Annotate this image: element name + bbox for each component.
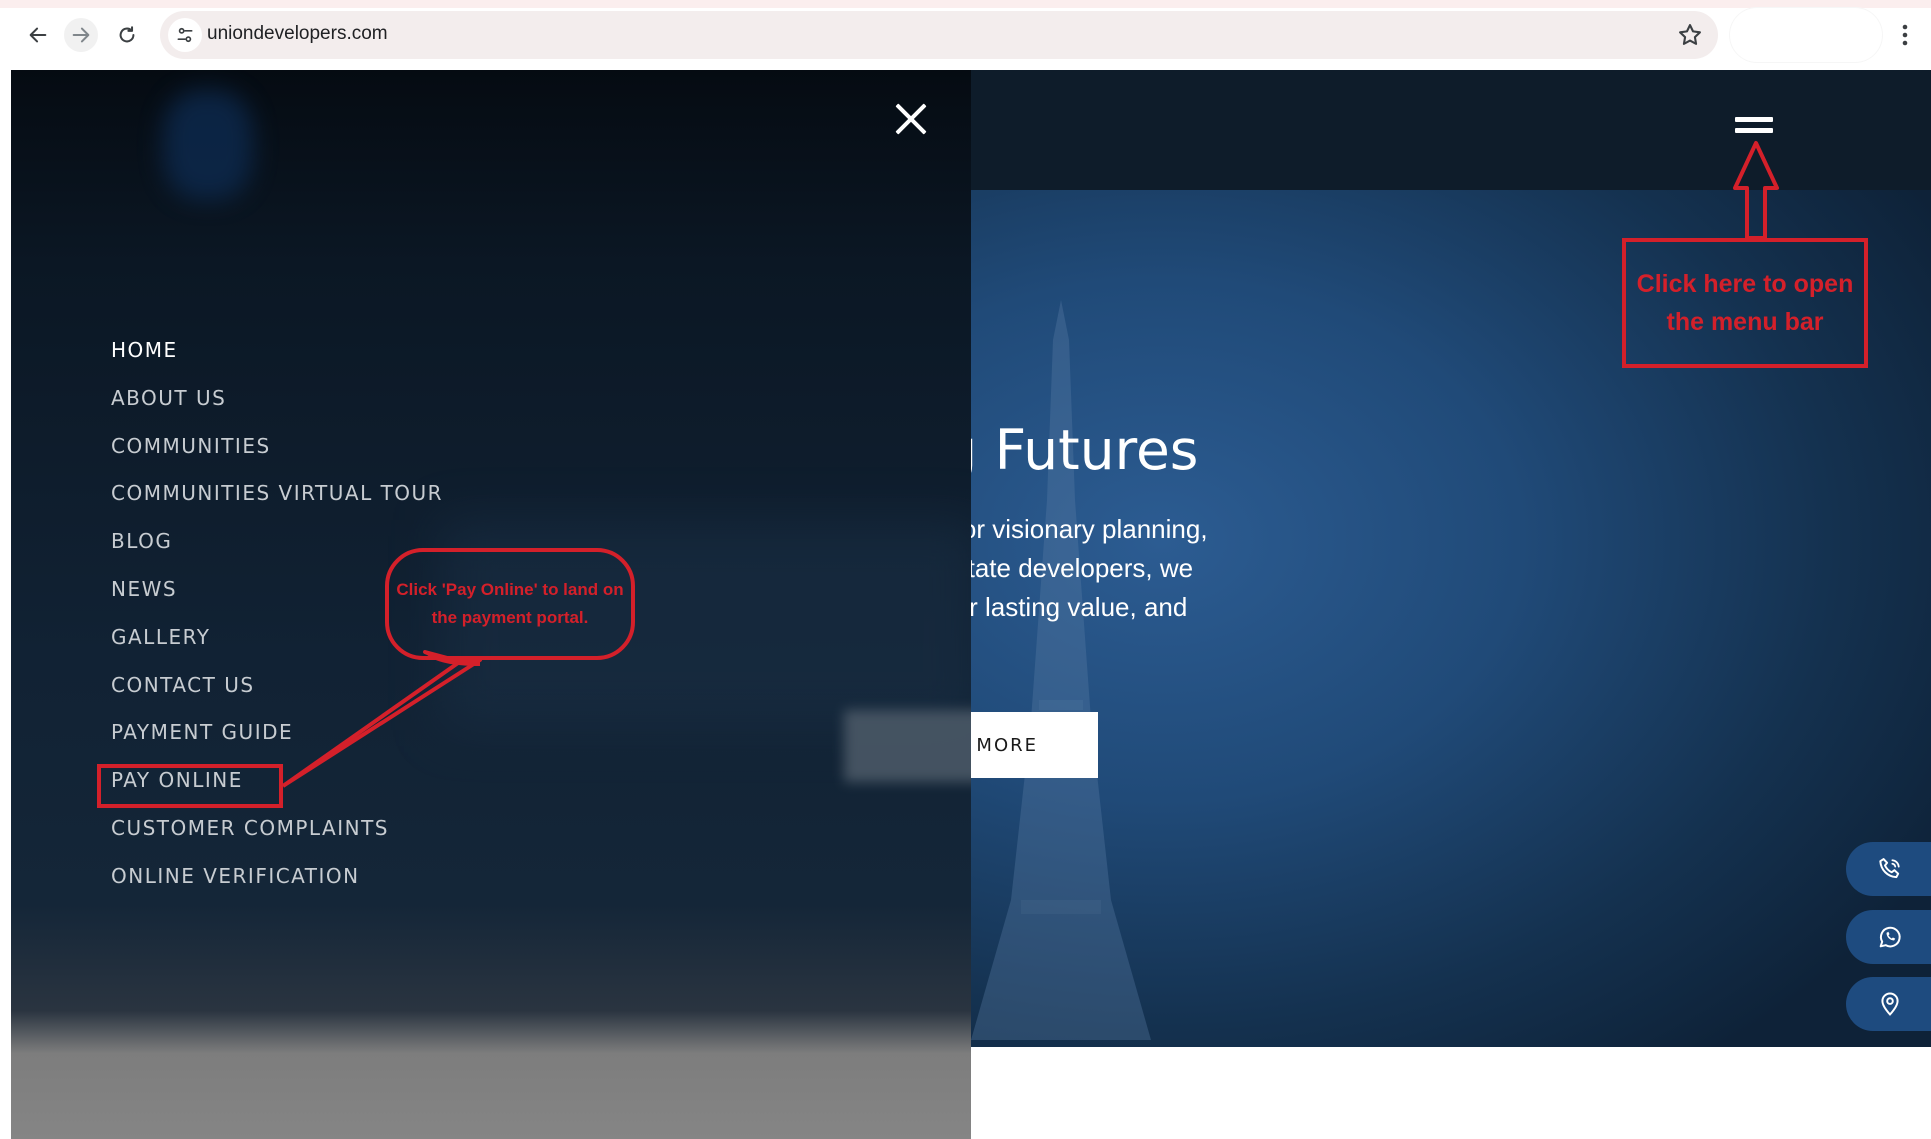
nav-item-label: CUSTOMER COMPLAINTS — [111, 815, 389, 840]
call-button[interactable] — [1846, 842, 1931, 896]
menu-hint-line: Click here to open — [1636, 270, 1854, 298]
reload-icon — [119, 26, 135, 43]
hamburger-menu-icon[interactable] — [1735, 117, 1777, 139]
site-logo — [163, 90, 253, 200]
menu-hint-text: Click here to open the menu bar — [1637, 265, 1854, 341]
nav-item-communities[interactable]: COMMUNITIES — [111, 434, 443, 482]
browser-toolbar: uniondevelopers.com — [0, 0, 1931, 70]
nav-item-label: NEWS — [111, 576, 178, 601]
forward-button[interactable] — [64, 18, 98, 52]
whatsapp-button[interactable] — [1846, 910, 1931, 964]
menu-hint-callout: Click here to open the menu bar — [1622, 238, 1868, 368]
nav-item-label: GALLERY — [111, 624, 211, 649]
kebab-icon — [1902, 24, 1908, 46]
nav-item-payment-guide[interactable]: PAYMENT GUIDE — [111, 720, 443, 768]
minar-monument-image — [971, 300, 1151, 1040]
nav-item-about-us[interactable]: ABOUT US — [111, 386, 443, 434]
nav-item-label: HOME — [111, 338, 178, 362]
nav-item-label: BLOG — [111, 529, 173, 554]
nav-item-label: CONTACT US — [111, 672, 255, 697]
profile-button[interactable] — [1730, 8, 1882, 62]
pay-hint-line: the payment portal. — [431, 608, 589, 627]
blurred-hero-title — [461, 420, 971, 500]
back-button[interactable] — [21, 18, 55, 52]
site-info-button[interactable] — [168, 18, 202, 52]
nav-item-contact-us[interactable]: CONTACT US — [111, 673, 443, 721]
nav-item-customer-complaints[interactable]: CUSTOMER COMPLAINTS — [111, 816, 443, 864]
nav-item-label: COMMUNITIES VIRTUAL TOUR — [111, 481, 444, 506]
nav-item-communities-virtual-tour[interactable]: COMMUNITIES VIRTUAL TOUR — [111, 481, 443, 529]
location-pin-icon — [1881, 992, 1899, 1016]
nav-item-label: PAYMENT GUIDE — [111, 720, 294, 745]
pay-online-hint-callout: Click 'Pay Online' to land on the payment… — [385, 548, 635, 660]
pay-online-highlight-box — [97, 764, 283, 808]
phone-icon — [1879, 858, 1900, 879]
nav-item-label: ONLINE VERIFICATION — [111, 863, 360, 888]
arrow-right-icon — [72, 27, 90, 43]
menu-hint-line: the menu bar — [1666, 308, 1824, 336]
nav-item-label: ABOUT US — [111, 385, 227, 410]
nav-item-label: COMMUNITIES — [111, 433, 271, 458]
up-arrow-icon — [1733, 141, 1779, 240]
pay-hint-line: Click 'Pay Online' to land on — [396, 580, 624, 599]
reload-button[interactable] — [110, 18, 144, 52]
whatsapp-icon — [1879, 926, 1901, 948]
arrow-left-icon — [29, 27, 47, 43]
address-bar[interactable]: uniondevelopers.com — [160, 11, 1718, 59]
location-button[interactable] — [1846, 977, 1931, 1031]
blurred-learn-more-button — [844, 710, 971, 782]
nav-item-home[interactable]: HOME — [111, 338, 443, 386]
star-icon[interactable] — [1676, 21, 1704, 49]
pay-hint-text: Click 'Pay Online' to land on the payment… — [396, 576, 623, 632]
close-icon[interactable] — [894, 102, 928, 136]
url-text[interactable]: uniondevelopers.com — [207, 23, 388, 45]
nav-item-online-verification[interactable]: ONLINE VERIFICATION — [111, 864, 443, 912]
browser-menu-button[interactable] — [1893, 18, 1917, 52]
browser-tab-strip — [0, 0, 1931, 8]
tune-icon — [177, 27, 193, 43]
